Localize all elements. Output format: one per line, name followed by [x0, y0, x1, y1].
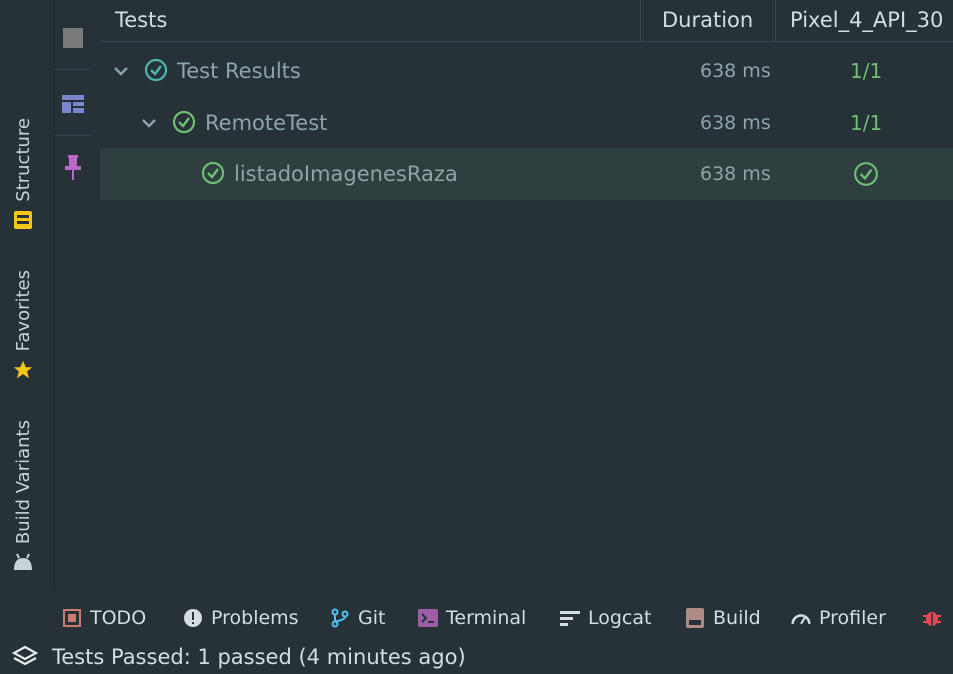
todo-icon: [62, 608, 82, 628]
passed-device-icon: [853, 161, 879, 192]
terminal-tab[interactable]: Terminal: [418, 604, 526, 632]
problems-tab[interactable]: Problems: [183, 604, 299, 632]
pin-button[interactable]: [55, 140, 91, 200]
row-name: listadoImagenesRaza: [234, 162, 458, 186]
test-results-tree: Tests Duration Pixel_4_API_30 Test Resul…: [100, 0, 953, 590]
row-duration: 638 ms: [700, 163, 771, 185]
left-tool-strip: Structure Favorites Build Variants: [0, 0, 46, 590]
logcat-label: Logcat: [588, 607, 652, 629]
favorites-tab[interactable]: Favorites: [0, 270, 46, 385]
profiler-label: Profiler: [819, 607, 886, 629]
row-name: Test Results: [177, 59, 301, 83]
build-tab[interactable]: Build: [685, 604, 761, 632]
stop-icon: [63, 27, 83, 52]
status-bar: Tests Passed: 1 passed (4 minutes ago): [0, 640, 953, 674]
favorites-label: Favorites: [12, 270, 34, 352]
row-count: 1/1: [850, 111, 883, 135]
terminal-icon: [418, 608, 438, 628]
pin-icon: [65, 155, 81, 185]
column-header-duration[interactable]: Duration: [640, 0, 776, 42]
bug-icon: [922, 608, 942, 628]
debug-tab[interactable]: [922, 604, 950, 632]
problems-icon: [183, 608, 203, 628]
star-icon: [12, 359, 34, 385]
build-variants-label: Build Variants: [12, 420, 34, 545]
passed-icon: [201, 161, 225, 190]
profiler-tab[interactable]: Profiler: [791, 604, 886, 632]
todo-tab[interactable]: TODO: [62, 604, 146, 632]
tool-window-bar: TODO Problems Git Terminal Logcat Build: [0, 596, 953, 640]
logcat-tab[interactable]: Logcat: [560, 604, 651, 632]
build-variants-tab[interactable]: Build Variants: [0, 420, 46, 576]
structure-label: Structure: [12, 118, 34, 202]
chevron-down-icon[interactable]: [140, 113, 158, 137]
git-branch-icon: [330, 608, 350, 628]
passed-icon: [144, 58, 168, 87]
layout-button[interactable]: [55, 76, 91, 136]
stop-button[interactable]: [55, 10, 91, 70]
status-message: Tests Passed: 1 passed (4 minutes ago): [52, 645, 466, 669]
todo-label: TODO: [90, 607, 147, 629]
tree-row-remote-test[interactable]: RemoteTest 638 ms 1/1: [100, 97, 953, 149]
problems-label: Problems: [211, 607, 299, 629]
column-header-tests[interactable]: Tests: [115, 0, 167, 42]
test-actions-toolbar: [54, 0, 91, 590]
logcat-icon: [560, 608, 580, 628]
column-header-device[interactable]: Pixel_4_API_30: [775, 0, 953, 42]
layers-icon[interactable]: [12, 645, 38, 669]
structure-icon: [13, 210, 33, 234]
row-duration: 638 ms: [700, 112, 771, 134]
git-tab[interactable]: Git: [330, 604, 385, 632]
row-count: 1/1: [850, 59, 883, 83]
tree-header: Tests Duration Pixel_4_API_30: [100, 0, 953, 42]
build-icon: [685, 608, 705, 628]
passed-icon: [172, 110, 196, 139]
chevron-down-icon[interactable]: [112, 61, 130, 85]
build-label: Build: [713, 607, 761, 629]
tree-row-test-results[interactable]: Test Results 638 ms 1/1: [100, 45, 953, 97]
tree-row-listado-imagenes-raza[interactable]: listadoImagenesRaza 638 ms: [100, 148, 953, 200]
android-icon: [12, 552, 34, 576]
row-name: RemoteTest: [205, 111, 328, 135]
structure-tab[interactable]: Structure: [0, 118, 46, 234]
row-duration: 638 ms: [700, 60, 771, 82]
profiler-gauge-icon: [791, 608, 811, 628]
terminal-label: Terminal: [446, 607, 527, 629]
git-label: Git: [358, 607, 386, 629]
layout-icon: [62, 94, 84, 117]
